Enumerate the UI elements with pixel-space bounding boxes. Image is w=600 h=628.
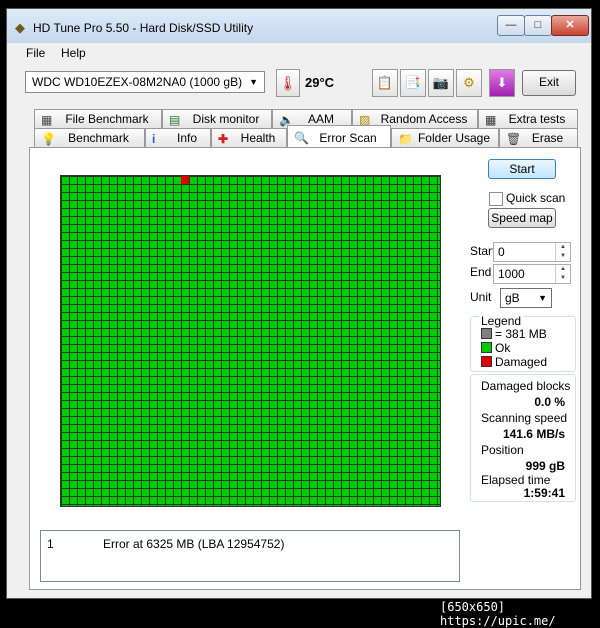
unit-value: gB — [505, 291, 520, 305]
menu-bar: File Help — [7, 43, 591, 65]
chevron-down-icon: ▼ — [538, 293, 547, 303]
position-value: 999 gB — [525, 459, 565, 473]
title-bar[interactable]: ◆ HD Tune Pro 5.50 - Hard Disk/SSD Utili… — [7, 9, 591, 44]
legend-ok: Ok — [481, 341, 510, 355]
tab-info[interactable]: i Info — [145, 128, 211, 147]
temperature-readout: 29°C — [305, 75, 335, 90]
scanning-speed-label: Scanning speed — [481, 411, 568, 425]
exit-button[interactable]: Exit — [522, 70, 576, 96]
scanning-speed-value: 141.6 MB/s — [502, 427, 565, 441]
start-scan-button[interactable]: Start — [488, 159, 556, 179]
watermark-text: [650x650] https://upic.me/ — [440, 600, 556, 628]
elapsed-time-value: 1:59:41 — [523, 486, 565, 500]
tab-error-scan[interactable]: 🔍 Error Scan — [287, 125, 391, 147]
minimize-button[interactable]: — — [497, 15, 525, 36]
close-button[interactable]: ✕ — [551, 15, 589, 36]
drive-select-value: WDC WD10EZEX-08M2NA0 (1000 gB) — [32, 75, 243, 89]
tab-disk-monitor[interactable]: ▤ Disk monitor — [162, 109, 272, 128]
tab-benchmark[interactable]: 💡 Benchmark — [34, 128, 145, 147]
damaged-blocks-label: Damaged blocks — [481, 379, 571, 393]
legend-ok-swatch — [481, 342, 492, 353]
legend-block-swatch — [481, 328, 492, 339]
camera-icon[interactable]: 📷 — [428, 69, 454, 97]
menu-file[interactable]: File — [26, 46, 45, 60]
window-title: HD Tune Pro 5.50 - Hard Disk/SSD Utility — [33, 21, 254, 35]
damaged-blocks-value: 0.0 % — [534, 395, 565, 409]
menu-help[interactable]: Help — [61, 46, 86, 60]
spin-arrows-icon[interactable]: ▲ ▼ — [555, 265, 570, 283]
legend-block: = 381 MB — [481, 327, 547, 341]
tab-file-benchmark[interactable]: ▦ File Benchmark — [34, 109, 162, 128]
tab-erase[interactable]: 🗑 Erase — [499, 128, 578, 147]
legend-damaged-swatch — [481, 356, 492, 367]
maximize-button[interactable]: □ — [524, 15, 552, 36]
speed-map-button[interactable]: Speed map — [488, 208, 556, 228]
legend-damaged: Damaged — [481, 355, 547, 369]
end-label: End — [470, 265, 492, 279]
legend-title: Legend — [479, 314, 524, 328]
spin-arrows-icon[interactable]: ▲ ▼ — [555, 243, 570, 261]
chevron-down-icon: ▼ — [249, 77, 258, 87]
start-value: 0 — [498, 245, 505, 259]
toolbar: WDC WD10EZEX-08M2NA0 (1000 gB) ▼ 🌡 29°C … — [7, 65, 591, 107]
app-icon: ◆ — [15, 20, 25, 35]
unit-label: Unit — [470, 290, 492, 304]
thermometer-icon[interactable]: 🌡 — [276, 69, 300, 97]
stats-group: Damaged blocks 0.0 % Scanning speed 141.… — [470, 374, 576, 502]
start-label: Start — [470, 244, 496, 258]
copy-text-icon[interactable]: 📋 — [372, 69, 398, 97]
position-label: Position — [481, 443, 524, 457]
app-window: ◆ HD Tune Pro 5.50 - Hard Disk/SSD Utili… — [6, 8, 592, 599]
quick-scan-checkbox[interactable] — [489, 192, 503, 206]
damaged-block — [181, 176, 189, 184]
tab-extra-tests[interactable]: ▦ Extra tests — [478, 109, 578, 128]
end-value: 1000 — [498, 267, 525, 281]
download-arrow-icon[interactable]: ⬇ — [489, 69, 515, 97]
error-scan-panel: Start Quick scan Speed map Start 0 ▲ ▼ En… — [29, 147, 581, 590]
end-spinbox[interactable]: 1000 ▲ ▼ — [493, 264, 571, 284]
unit-select[interactable]: gB ▼ — [500, 288, 552, 308]
options-icon[interactable]: ⚙ — [456, 69, 482, 97]
quick-scan-label: Quick scan — [506, 191, 566, 205]
drive-select[interactable]: WDC WD10EZEX-08M2NA0 (1000 gB) ▼ — [25, 71, 265, 93]
error-log-list[interactable]: 1 Error at 6325 MB (LBA 12954752) — [40, 530, 460, 582]
tab-health[interactable]: ✚ Health — [211, 128, 287, 147]
block-map-grid — [60, 175, 441, 507]
elapsed-time-label: Elapsed time — [481, 473, 551, 487]
tab-folder-usage[interactable]: 📁 Folder Usage — [391, 128, 499, 147]
legend-group: Legend = 381 MB Ok Damaged — [470, 314, 576, 372]
copy-info-icon[interactable]: 📑 — [400, 69, 426, 97]
start-spinbox[interactable]: 0 ▲ ▼ — [493, 242, 571, 262]
